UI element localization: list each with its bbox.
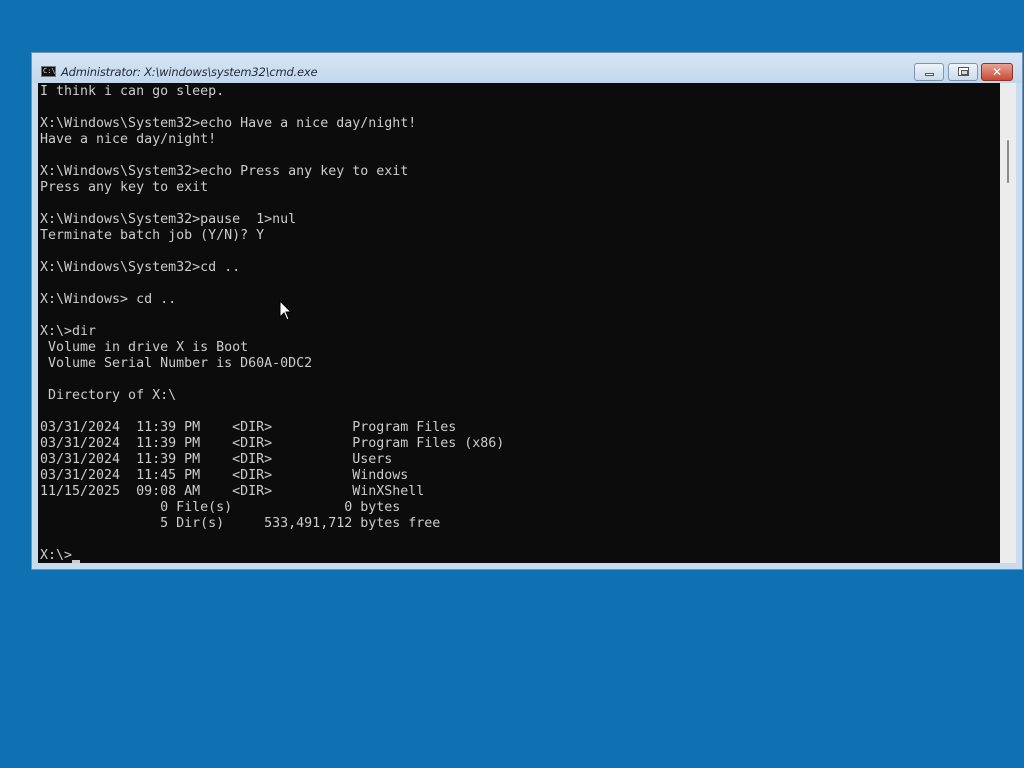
console-line: Terminate batch job (Y/N)? Y (40, 228, 265, 243)
close-icon: ✕ (991, 65, 1003, 79)
console-line: 03/31/2024 11:39 PM <DIR> Program Files (40, 420, 457, 435)
console-line: 03/31/2024 11:39 PM <DIR> Program Files … (40, 436, 505, 451)
console-line: Volume Serial Number is D60A-0DC2 (40, 356, 313, 371)
console-line: X:\Windows\System32>pause 1>nul (40, 212, 297, 227)
minimize-icon (925, 73, 934, 76)
console-line: X:\Windows\System32>echo Have a nice day… (40, 116, 417, 131)
console-line: 5 Dir(s) 533,491,712 bytes free (40, 516, 441, 531)
console-line: 11/15/2025 09:08 AM <DIR> WinXShell (40, 484, 425, 499)
console-line: I think i can go sleep. (40, 84, 225, 99)
console-line: Have a nice day/night! (40, 132, 217, 147)
cmd-window[interactable]: C:\ Administrator: X:\windows\system32\c… (31, 52, 1023, 570)
console-line: X:\Windows\System32>cd .. (40, 260, 241, 275)
restore-icon (958, 67, 969, 76)
close-button[interactable]: ✕ (981, 63, 1013, 81)
minimize-button[interactable] (914, 63, 944, 81)
maximize-button[interactable] (948, 63, 978, 81)
console-line: X:\>dir (40, 324, 97, 339)
console-line: Press any key to exit (40, 180, 209, 195)
text-cursor (72, 560, 80, 563)
console-line: X:\Windows\System32>echo Press any key t… (40, 164, 409, 179)
console-line: Directory of X:\ (40, 388, 177, 403)
mouse-pointer-icon (279, 300, 293, 321)
cmd-icon[interactable]: C:\ (41, 66, 56, 77)
cmd-icon-text: C:\ (43, 67, 56, 75)
desktop-background: C:\ Administrator: X:\windows\system32\c… (0, 0, 1024, 768)
title-bar[interactable]: C:\ Administrator: X:\windows\system32\c… (32, 53, 1022, 83)
console-output[interactable]: I think i can go sleep. X:\Windows\Syste… (38, 83, 1000, 563)
scrollbar-thumb[interactable] (1007, 140, 1009, 183)
console-prompt[interactable]: X:\> (40, 548, 504, 563)
console-line: 03/31/2024 11:39 PM <DIR> Users (40, 452, 393, 467)
window-title: Administrator: X:\windows\system32\cmd.e… (61, 65, 318, 79)
console-line: X:\Windows> cd .. (40, 292, 177, 307)
console-line: 03/31/2024 11:45 PM <DIR> Windows (40, 468, 409, 483)
vertical-scrollbar[interactable] (1000, 83, 1016, 563)
console-line: 0 File(s) 0 bytes (40, 500, 401, 515)
console-line: Volume in drive X is Boot (40, 340, 249, 355)
console-lines: I think i can go sleep. X:\Windows\Syste… (40, 84, 504, 563)
